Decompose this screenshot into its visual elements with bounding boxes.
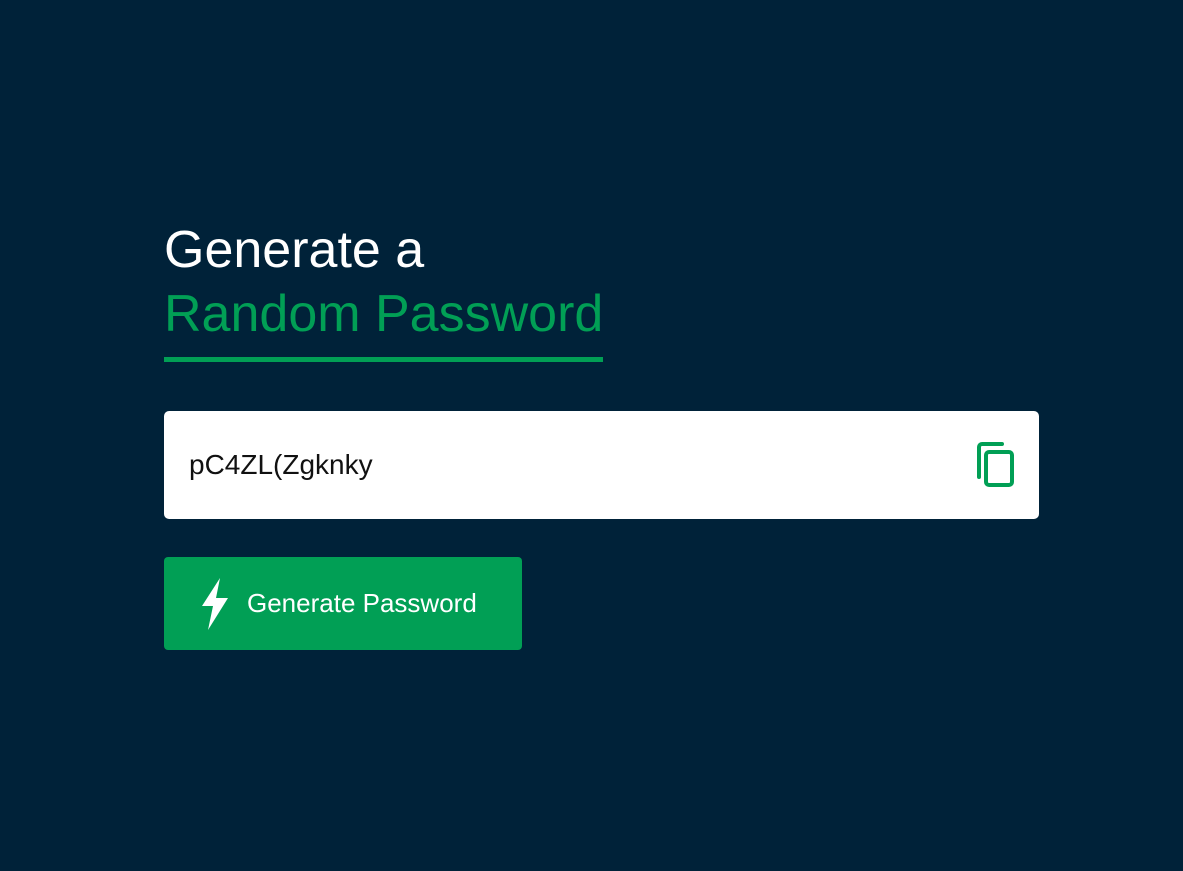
copy-icon[interactable] <box>975 441 1015 489</box>
lightning-bolt-icon <box>198 577 232 630</box>
password-value[interactable]: pC4ZL(Zgknky <box>189 449 975 481</box>
password-output-field[interactable]: pC4ZL(Zgknky <box>164 411 1039 519</box>
generate-password-button[interactable]: Generate Password <box>164 557 522 650</box>
title-line-2-highlight: Random Password <box>164 282 604 362</box>
page-title: Generate a Random Password <box>164 218 1039 362</box>
generate-button-label: Generate Password <box>247 588 477 618</box>
title-line-1: Generate a <box>164 221 425 279</box>
password-generator: Generate a Random Password pC4ZL(Zgknky … <box>164 218 1039 650</box>
